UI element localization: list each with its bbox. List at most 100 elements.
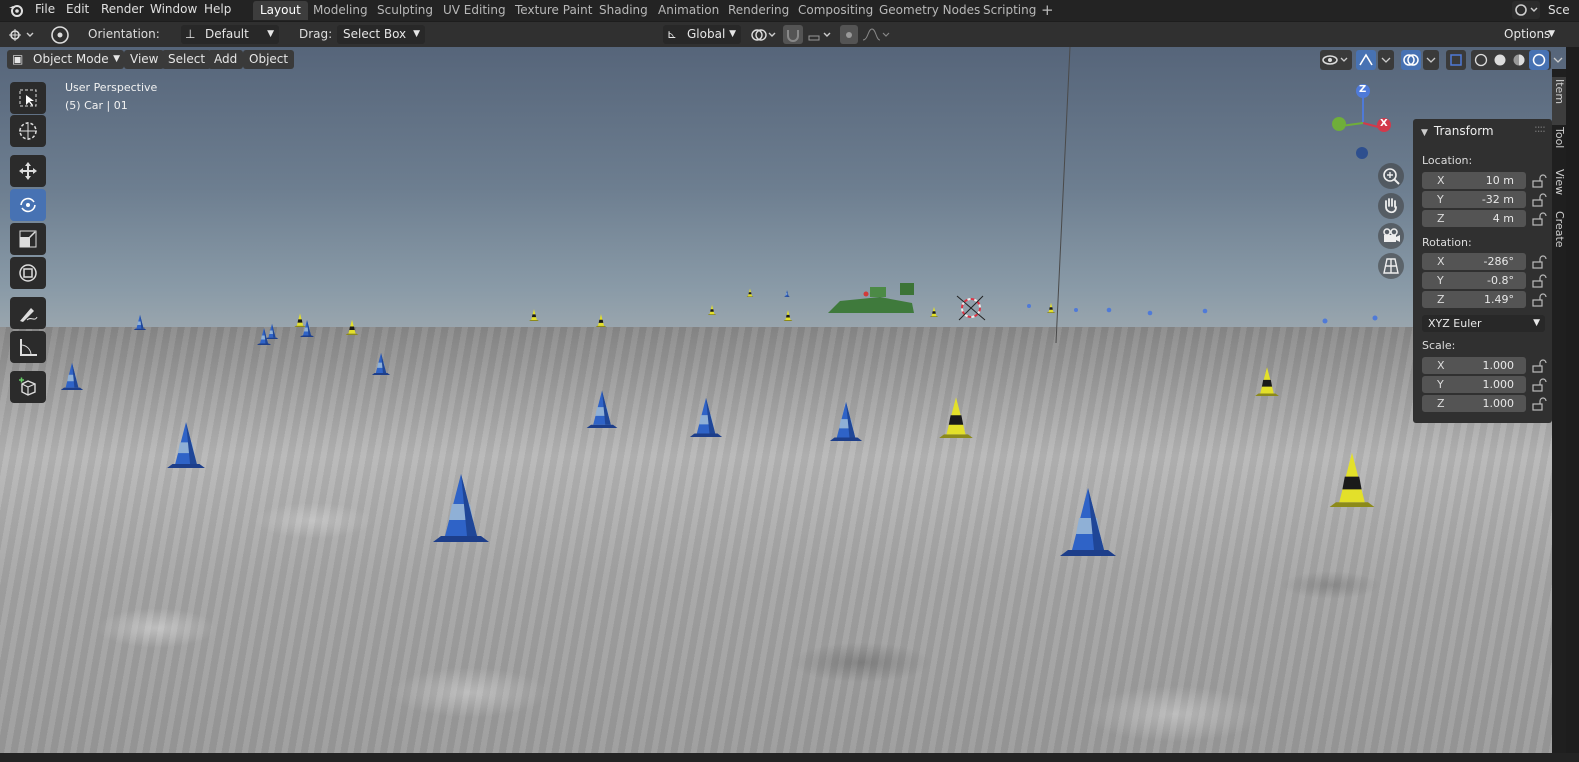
scale-z-value: 1.000 bbox=[1482, 397, 1515, 410]
menu-edit[interactable]: Edit bbox=[66, 1, 89, 22]
tab-geometry-nodes[interactable]: Geometry Nodes bbox=[872, 1, 987, 20]
menu-window[interactable]: Window bbox=[150, 1, 197, 22]
snap-toggle-icon[interactable] bbox=[783, 25, 803, 44]
drag-dropdown[interactable]: Select Box ▼ bbox=[337, 25, 425, 44]
overlays-icon[interactable] bbox=[1401, 50, 1421, 70]
gizmo-toggle-icon[interactable] bbox=[1356, 50, 1376, 70]
viewport-menu-view[interactable]: View bbox=[124, 50, 165, 69]
transform-pivot-icon[interactable] bbox=[48, 24, 72, 45]
scene-name[interactable]: Sce bbox=[1548, 2, 1570, 23]
annotate-tool[interactable] bbox=[10, 297, 46, 329]
menu-help[interactable]: Help bbox=[204, 1, 231, 22]
tab-view[interactable]: View bbox=[1552, 169, 1566, 203]
cone bbox=[433, 474, 489, 542]
location-y-field[interactable]: Y -32 m bbox=[1422, 191, 1526, 208]
tab-sculpting[interactable]: Sculpting bbox=[370, 1, 440, 20]
cone bbox=[586, 390, 618, 428]
orientation-dropdown[interactable]: ⊥ Default ▼ bbox=[181, 25, 279, 44]
zoom-icon[interactable] bbox=[1378, 163, 1404, 189]
tab-uv-editing[interactable]: UV Editing bbox=[436, 1, 513, 20]
rotation-x-field[interactable]: X -286° bbox=[1422, 253, 1526, 270]
transform-panel-header[interactable]: ▼ Transform bbox=[1421, 124, 1494, 138]
snap-target-icon[interactable] bbox=[806, 25, 834, 44]
tab-shading[interactable]: Shading bbox=[592, 1, 655, 20]
axis-label: Y bbox=[1437, 274, 1444, 287]
scale-label: Scale: bbox=[1422, 339, 1456, 352]
scale-y-field[interactable]: Y 1.000 bbox=[1422, 376, 1526, 393]
cone bbox=[929, 306, 939, 317]
visibility-icon[interactable] bbox=[1320, 50, 1352, 70]
tab-animation[interactable]: Animation bbox=[651, 1, 726, 20]
tab-modeling[interactable]: Modeling bbox=[306, 1, 375, 20]
scale-tool[interactable] bbox=[10, 223, 46, 255]
drag-handle-icon[interactable]: :::: bbox=[1534, 122, 1546, 135]
cone bbox=[829, 401, 863, 441]
lock-icon[interactable] bbox=[1531, 172, 1547, 412]
menu-render[interactable]: Render bbox=[101, 1, 144, 22]
axis-label: X bbox=[1437, 359, 1445, 372]
menu-file[interactable]: File bbox=[35, 1, 55, 22]
chevron-down-icon[interactable] bbox=[1423, 50, 1439, 70]
camera-view-icon[interactable] bbox=[1378, 223, 1404, 249]
tab-compositing[interactable]: Compositing bbox=[791, 1, 880, 20]
chevron-down-icon: ▼ bbox=[413, 29, 420, 39]
move-tool[interactable] bbox=[10, 155, 46, 187]
rotation-mode-dropdown[interactable]: XYZ Euler ▼ bbox=[1422, 315, 1545, 332]
measure-tool[interactable] bbox=[10, 331, 46, 363]
select-box-tool[interactable] bbox=[10, 82, 46, 114]
navigation-gizmo[interactable]: Z X bbox=[1322, 83, 1402, 163]
tab-scripting[interactable]: Scripting bbox=[976, 1, 1043, 20]
axis-label: X bbox=[1437, 255, 1445, 268]
scale-z-field[interactable]: Z 1.000 bbox=[1422, 395, 1526, 412]
tab-tool[interactable]: Tool bbox=[1552, 127, 1566, 161]
perspective-grid-icon[interactable] bbox=[1378, 253, 1404, 279]
scale-x-field[interactable]: X 1.000 bbox=[1422, 357, 1526, 374]
transform-orientation-dropdown[interactable]: ⊾ Global ▼ bbox=[663, 25, 741, 44]
tab-view-label: View bbox=[1553, 169, 1566, 196]
options-label: Options bbox=[1504, 27, 1551, 41]
location-y-value: -32 m bbox=[1481, 193, 1514, 206]
editor-type-icon[interactable] bbox=[6, 25, 38, 44]
tab-texture-paint[interactable]: Texture Paint bbox=[508, 1, 599, 20]
gizmo-z-label: Z bbox=[1359, 84, 1367, 95]
tab-rendering[interactable]: Rendering bbox=[721, 1, 796, 20]
rotation-label: Rotation: bbox=[1422, 236, 1472, 249]
object-mode-dropdown[interactable]: ▣ Object Mode ▼ bbox=[7, 50, 124, 69]
tab-create[interactable]: Create bbox=[1552, 211, 1566, 261]
chevron-down-icon: ▼ bbox=[1421, 128, 1428, 138]
drag-label: Drag: bbox=[299, 27, 333, 41]
pan-hand-icon[interactable] bbox=[1378, 193, 1404, 219]
pivot-point-icon[interactable] bbox=[749, 25, 777, 44]
location-x-value: 10 m bbox=[1485, 174, 1514, 187]
chevron-down-icon[interactable] bbox=[1378, 50, 1394, 70]
cone bbox=[294, 313, 306, 327]
rotate-tool[interactable] bbox=[10, 189, 46, 221]
add-workspace-button[interactable]: + bbox=[1041, 1, 1054, 19]
axis-label: X bbox=[1437, 174, 1445, 187]
axis-label: Y bbox=[1437, 193, 1444, 206]
rotation-z-field[interactable]: Z 1.49° bbox=[1422, 291, 1526, 308]
viewport-menu-add[interactable]: Add bbox=[208, 50, 244, 69]
cursor-tool[interactable] bbox=[10, 115, 46, 147]
xray-toggle-icon[interactable] bbox=[1446, 50, 1466, 70]
location-x-field[interactable]: X 10 m bbox=[1422, 172, 1526, 189]
transform-tool[interactable] bbox=[10, 257, 46, 289]
rotation-y-field[interactable]: Y -0.8° bbox=[1422, 272, 1526, 289]
viewport-menu-select[interactable]: Select bbox=[162, 50, 212, 69]
add-cube-tool[interactable] bbox=[10, 371, 46, 403]
chevron-down-icon: ▼ bbox=[729, 29, 736, 39]
sidebar-transform-panel: ▼ Transform :::: Location: X 10 m Y -32 m… bbox=[1413, 119, 1552, 423]
3d-viewport[interactable]: ▣ Object Mode ▼ View Select Add Object U… bbox=[0, 47, 1566, 753]
falloff-curve-icon[interactable] bbox=[860, 25, 890, 44]
cone bbox=[689, 397, 723, 437]
cone bbox=[783, 310, 793, 321]
tab-layout[interactable]: Layout bbox=[253, 1, 308, 20]
chevron-down-icon[interactable] bbox=[1551, 50, 1565, 70]
blender-logo-icon[interactable] bbox=[8, 2, 24, 18]
location-z-field[interactable]: Z 4 m bbox=[1422, 210, 1526, 227]
options-dropdown[interactable]: Options ▼ bbox=[1500, 25, 1557, 44]
scene-selector-button[interactable] bbox=[1512, 1, 1540, 19]
proportional-edit-icon[interactable] bbox=[840, 25, 858, 44]
viewport-menu-object[interactable]: Object bbox=[243, 50, 295, 69]
tab-item[interactable]: Item bbox=[1552, 77, 1566, 125]
